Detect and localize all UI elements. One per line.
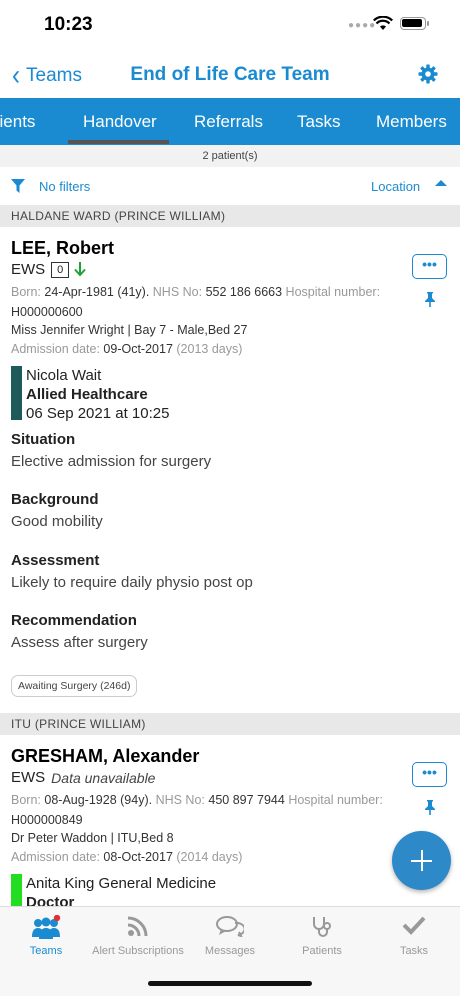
patient-name[interactable]: GRESHAM, Alexander (11, 746, 199, 767)
section-header: ITU (PRINCE WILLIAM) (0, 713, 460, 735)
author-role: Allied Healthcare (26, 386, 148, 403)
ews-score: EWS Data unavailable (11, 769, 155, 786)
ews-value: Data unavailable (51, 769, 156, 786)
ews-value: 0 (51, 261, 70, 278)
bottom-tab-label: Alert Subscriptions (92, 945, 184, 957)
tab-bar: Patients Handover Referrals Tasks Member… (0, 98, 460, 145)
more-options-button[interactable]: ••• (412, 254, 447, 279)
caret-up-icon[interactable] (435, 179, 447, 187)
author-name: Anita King General Medicine (26, 875, 217, 892)
sbar-text-background: Good mobility (11, 513, 103, 530)
sbar-heading-assessment: Assessment (11, 552, 100, 569)
nav-bar: ‹ Teams End of Life Care Team (0, 52, 460, 98)
bottom-tab-label: Teams (29, 945, 63, 957)
page-title: End of Life Care Team (130, 64, 330, 85)
sbar-heading-background: Background (11, 491, 99, 508)
author-info: Nicola Wait Allied Healthcare 06 Sep 202… (26, 366, 169, 423)
sbar-heading-recommendation: Recommendation (11, 612, 137, 629)
tab-tasks[interactable]: Tasks (297, 112, 340, 132)
sbar-text-situation: Elective admission for surgery (11, 453, 212, 470)
patient-details: Born: 08-Aug-1928 (94y). NHS No: 450 897… (11, 793, 383, 827)
messages-icon (216, 916, 244, 937)
tab-members[interactable]: Members (376, 112, 447, 132)
bottom-tab-label: Tasks (399, 945, 429, 957)
rss-icon (127, 916, 148, 937)
consultant-location: Dr Peter Waddon | ITU,Bed 8 (11, 831, 174, 845)
filter-label[interactable]: No filters (39, 179, 90, 194)
bottom-tab-label: Patients (302, 945, 342, 957)
sort-location-button[interactable]: Location (371, 179, 420, 194)
arrow-down-icon (74, 262, 87, 277)
section-header: HALDANE WARD (PRINCE WILLIAM) (0, 205, 460, 227)
author-time: 06 Sep 2021 at 10:25 (26, 405, 170, 422)
author-role: Doctor (26, 894, 75, 906)
admission-date: Admission date: 08-Oct-2017 (2014 days) (11, 850, 243, 864)
patient-count: 2 patient(s) (0, 145, 460, 167)
pin-icon[interactable] (424, 292, 436, 307)
admission-date: Admission date: 09-Oct-2017 (2013 days) (11, 342, 243, 356)
add-button[interactable] (392, 831, 451, 890)
filter-icon[interactable] (11, 179, 25, 193)
cellular-icon: ●●●● (348, 20, 377, 31)
ews-label: EWS (11, 769, 46, 786)
tab-patients[interactable]: Patients (0, 112, 35, 132)
author-info: Anita King General Medicine Doctor (26, 874, 216, 906)
handover-author: Nicola Wait Allied Healthcare 06 Sep 202… (11, 366, 411, 422)
sbar-text-assessment: Likely to require daily physio post op (11, 574, 253, 591)
patient-name[interactable]: LEE, Robert (11, 238, 114, 259)
status-bar: 10:23 ●●●● (0, 0, 460, 52)
consultant-location: Miss Jennifer Wright | Bay 7 - Male,Bed … (11, 323, 248, 337)
more-options-button[interactable]: ••• (412, 762, 447, 787)
bottom-tab-label: Messages (204, 945, 256, 957)
sbar-text-recommendation: Assess after surgery (11, 634, 148, 651)
home-indicator (148, 981, 312, 986)
active-tab-indicator (68, 140, 169, 144)
status-time: 10:23 (44, 14, 93, 35)
author-color-bar (11, 874, 22, 906)
ews-label: EWS (11, 261, 46, 278)
tab-referrals[interactable]: Referrals (194, 112, 263, 132)
handover-author: Anita King General Medicine Doctor (11, 874, 411, 906)
checkmark-icon (402, 916, 426, 935)
filter-bar: No filters Location (0, 167, 460, 205)
wifi-icon (373, 16, 393, 30)
battery-icon (400, 17, 429, 30)
patient-details: Born: 24-Apr-1981 (41y). NHS No: 552 186… (11, 285, 381, 319)
status-badge: Awaiting Surgery (246d) (11, 675, 138, 697)
author-color-bar (11, 366, 22, 420)
pin-icon[interactable] (424, 800, 436, 815)
stethoscope-icon (313, 917, 331, 937)
sbar-heading-situation: Situation (11, 431, 76, 448)
author-name: Nicola Wait (26, 367, 102, 384)
teams-icon (32, 915, 61, 939)
gear-icon[interactable] (418, 64, 438, 84)
ews-score: EWS 0 (11, 261, 87, 278)
tab-handover[interactable]: Handover (83, 112, 157, 132)
